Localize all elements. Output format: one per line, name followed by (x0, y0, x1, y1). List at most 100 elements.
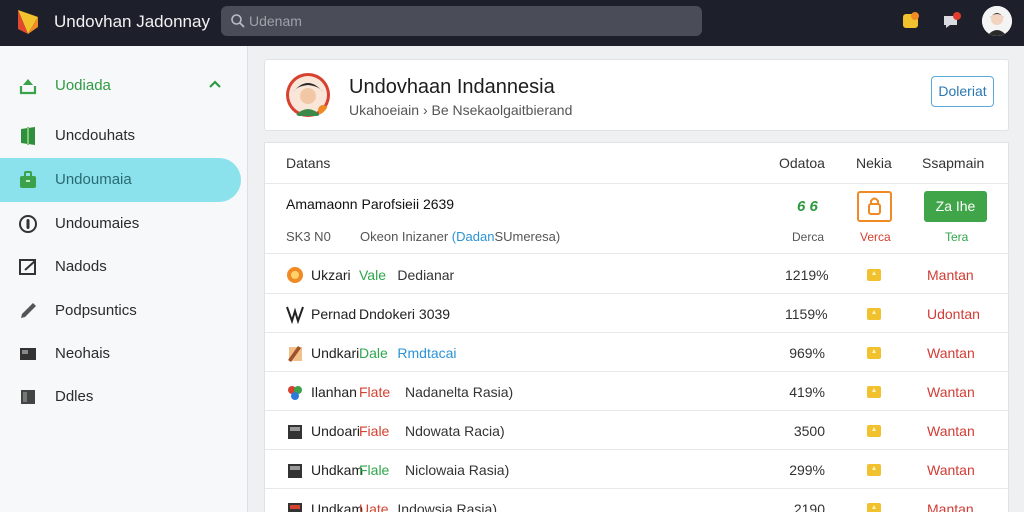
row-name: Undkam (311, 501, 364, 512)
row-status[interactable]: Wantan (927, 345, 975, 361)
row-tag[interactable]: Vale (359, 267, 386, 283)
search-icon (231, 14, 245, 28)
badge-icon[interactable] (865, 344, 883, 362)
sidebar-item-label: Nadods (55, 258, 107, 275)
sidebar-item-uodiada[interactable]: Uodiada (0, 64, 241, 108)
row-name: Ukzari (311, 267, 351, 283)
sidebar-item-podpsuntics[interactable]: Podpsuntics (0, 289, 241, 333)
sidebar-item-undoumaies[interactable]: Undoumaies (0, 202, 241, 246)
featured-action-caption: Tera (945, 230, 969, 244)
pencil-icon (21, 303, 36, 318)
sidebar-item-ddles[interactable]: Ddles (0, 375, 241, 419)
book-icon (288, 464, 302, 478)
row-value: 1159% (785, 306, 828, 322)
row-status[interactable]: Wantan (927, 423, 975, 439)
table-row[interactable]: Undkari Dale Rmdtacai 969% Wantan (265, 333, 1010, 372)
table-row[interactable]: Undoari Fiale Ndowata Racia) 3500 Wantan (265, 411, 1010, 450)
sidebar: Uodiada Uncdouhats Undoumaia Undoumaies (0, 46, 248, 512)
app-logo-icon[interactable] (14, 7, 42, 37)
row-description: Indowsia Rasia) (397, 501, 497, 512)
featured-score-caption: Derca (792, 230, 825, 244)
sidebar-item-uncdouhats[interactable]: Uncdouhats (0, 114, 241, 158)
badge-icon[interactable] (865, 305, 883, 323)
row-tag[interactable]: Dale (359, 345, 388, 361)
sidebar-item-label: Uodiada (55, 77, 111, 94)
search-bar[interactable]: Udenam (221, 6, 702, 36)
row-description: Nadanelta Rasia) (405, 384, 514, 400)
row-name: Undkari (311, 345, 360, 361)
user-avatar-icon (982, 6, 1012, 36)
profile-header-card: Undovhaan Indannesia Ukahoeiain › Be Nse… (264, 59, 1009, 131)
row-tag[interactable]: Flale (359, 462, 389, 478)
row-value: 419% (789, 384, 825, 400)
lock-icon (868, 197, 881, 215)
featured-meta-label: SK3 N0 (286, 229, 331, 244)
breadcrumb[interactable]: Ukahoeiain › Be Nsekaolgaitbierand (349, 102, 572, 118)
info-icon (19, 215, 37, 233)
row-status[interactable]: Udontan (927, 306, 980, 322)
row-description: Dedianar (397, 267, 455, 283)
messages-icon[interactable] (941, 10, 963, 32)
sidebar-item-label: Undoumaies (55, 215, 140, 232)
row-value: 1219% (785, 267, 829, 283)
badge-icon[interactable] (865, 266, 883, 284)
row-tag[interactable]: Flate (359, 384, 390, 400)
row-status[interactable]: Wantan (927, 384, 975, 400)
row-status[interactable]: Mantan (927, 501, 974, 512)
top-bar: Undovhan Jadonnay Udenam (0, 0, 1024, 46)
badge-icon[interactable] (865, 500, 883, 512)
badge-icon[interactable] (865, 461, 883, 479)
featured-action-button[interactable]: Za Ihe (924, 191, 987, 222)
profile-avatar (286, 73, 330, 117)
featured-score: 6 6 (797, 198, 818, 215)
row-name: Undoari (311, 423, 361, 439)
notebook-icon (288, 346, 302, 362)
book-red-icon (288, 503, 302, 512)
sidebar-item-nadods[interactable]: Nadods (0, 245, 241, 289)
column-header-nekia[interactable]: Nekia (856, 155, 892, 171)
sidebar-item-undoumaia[interactable]: Undoumaia (0, 158, 241, 202)
sidebar-item-label: Podpsuntics (55, 302, 137, 319)
row-status[interactable]: Wantan (927, 462, 975, 478)
sidebar-item-neohais[interactable]: Neohais (0, 332, 241, 376)
user-avatar[interactable] (982, 6, 1012, 36)
column-header-ssapmain[interactable]: Ssapmain (922, 155, 984, 171)
row-tag[interactable]: Fiale (359, 423, 389, 439)
flower-icon (288, 386, 302, 400)
featured-row[interactable]: Amamaonn Parofsieii 2639 SK3 N0 Okeon In… (265, 184, 1010, 254)
table-row[interactable]: Undkam Uate Indowsia Rasia) 2190 Mantan (265, 489, 1010, 512)
edit-icon (19, 259, 36, 275)
table-row[interactable]: Uhdkam Flale Niclowaia Rasia) 299% Wantan (265, 450, 1010, 489)
book-icon (288, 425, 302, 439)
header-action-button[interactable]: Doleriat (931, 76, 994, 107)
row-description: Rmdtacai (397, 345, 457, 361)
notifications-icon[interactable] (900, 10, 922, 32)
page-title: Undovhaan Indannesia (349, 76, 555, 98)
table-row[interactable]: Ilanhan Flate Nadanelta Rasia) 419% Wantan (265, 372, 1010, 411)
sidebar-item-label: Undoumaia (55, 171, 132, 188)
table-row[interactable]: Pernad Dndokeri 3039 1159% Udontan (265, 294, 1010, 333)
row-value: 299% (789, 462, 825, 478)
orange-circle-icon (287, 267, 303, 283)
sidebar-item-label: Neohais (55, 345, 111, 362)
upload-icon (19, 79, 37, 95)
row-value: 969% (789, 345, 825, 361)
row-name: Ilanhan (311, 384, 357, 400)
featured-meta-link[interactable]: (Dadan (452, 229, 495, 244)
column-header-datans[interactable]: Datans (286, 155, 330, 171)
monitor-icon (20, 348, 36, 360)
row-tag[interactable]: Uate (359, 501, 389, 512)
sidebar-item-label: Uncdouhats (55, 127, 136, 144)
row-tag[interactable]: Dndokeri 3039 (359, 306, 450, 322)
bookmark-icon (21, 127, 35, 145)
column-header-odatoa[interactable]: Odatoa (779, 155, 825, 171)
row-description: Ndowata Racia) (405, 423, 505, 439)
row-status[interactable]: Mantan (927, 267, 974, 283)
badge-icon[interactable] (865, 422, 883, 440)
table-row[interactable]: Ukzari Vale Dedianar 1219% Mantan (265, 255, 1010, 294)
briefcase-icon (20, 171, 36, 188)
data-table: Datans Odatoa Nekia Ssapmain Amamaonn Pa… (264, 142, 1010, 512)
badge-icon[interactable] (865, 383, 883, 401)
featured-nekia-button[interactable] (857, 191, 892, 222)
chevron-up-icon[interactable] (208, 79, 222, 89)
